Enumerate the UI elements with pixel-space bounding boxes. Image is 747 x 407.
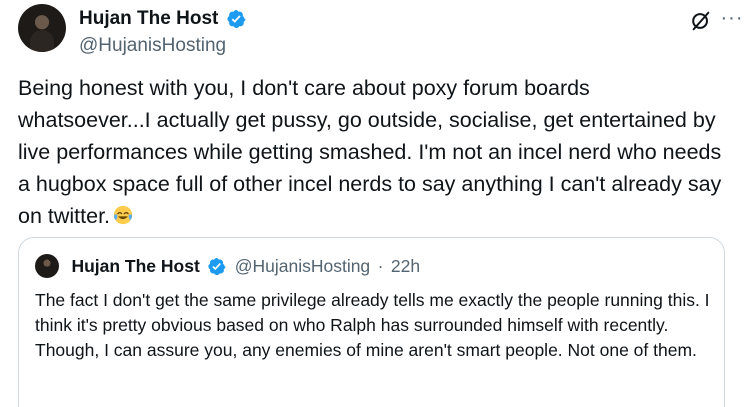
quoted-timestamp[interactable]: 22h <box>391 256 420 277</box>
more-options-icon[interactable]: ··· <box>720 8 744 33</box>
face-with-tears-of-joy-icon <box>113 205 133 225</box>
grok-icon[interactable] <box>690 10 712 32</box>
verified-badge-icon <box>208 257 226 275</box>
quoted-tweet-header: Hujan The Host @HujanisHosting · 22h <box>35 254 420 278</box>
author-avatar[interactable] <box>18 4 66 52</box>
quoted-author-avatar[interactable] <box>35 254 59 278</box>
separator-dot: · <box>377 255 384 276</box>
quoted-tweet[interactable]: Hujan The Host @HujanisHosting · 22h The… <box>18 237 725 407</box>
tweet-body: Being honest with you, I don't care abou… <box>18 72 723 232</box>
quoted-author-handle[interactable]: @HujanisHosting <box>235 256 370 277</box>
author-display-name[interactable]: Hujan The Host <box>79 7 218 31</box>
quoted-tweet-text: The fact I don't get the same privilege … <box>35 290 715 360</box>
quoted-author-display-name[interactable]: Hujan The Host <box>71 256 199 277</box>
author-handle[interactable]: @HujanisHosting <box>79 34 246 58</box>
verified-badge-icon <box>227 10 246 28</box>
tweet-header: Hujan The Host @HujanisHosting ··· <box>18 4 747 56</box>
author-info: Hujan The Host @HujanisHosting <box>79 7 246 58</box>
